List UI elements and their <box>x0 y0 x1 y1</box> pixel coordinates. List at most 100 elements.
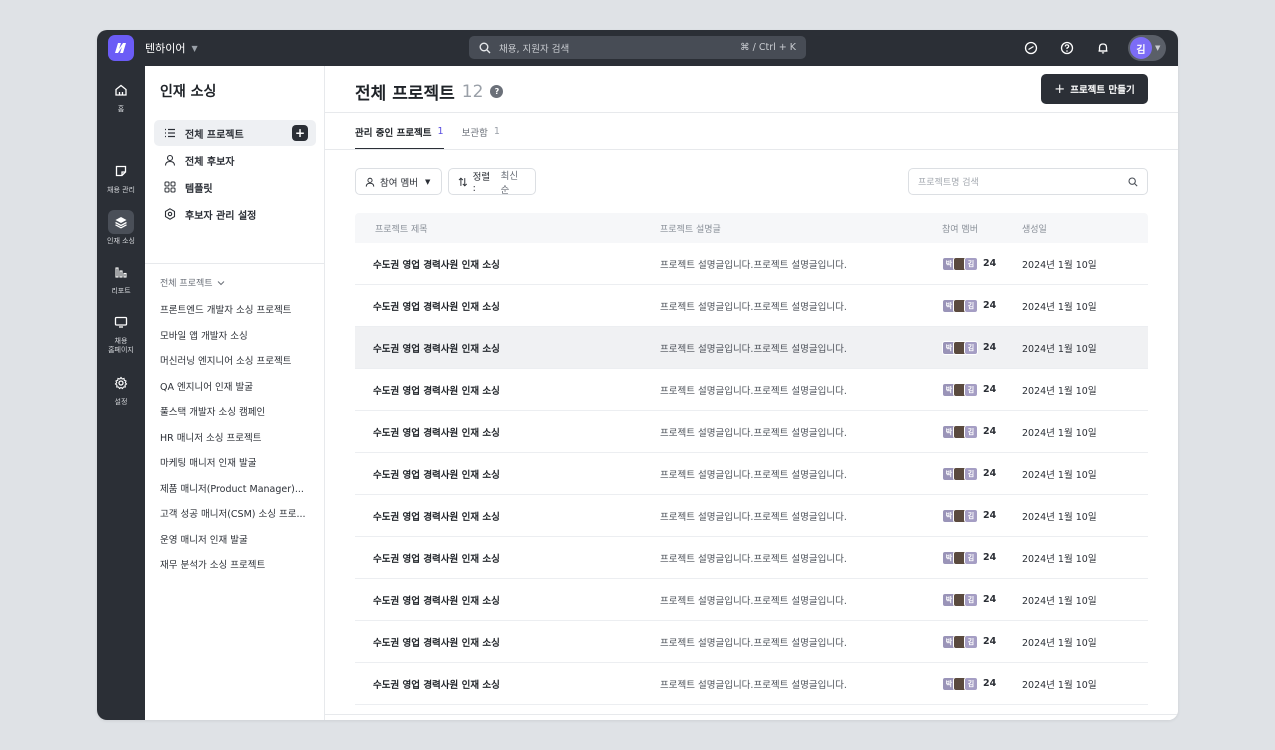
column-header: 생성일 <box>1022 224 1047 235</box>
list-item[interactable]: 프론트엔드 개발자 소싱 프로젝트 <box>160 298 318 324</box>
tab-managing[interactable]: 관리 중인 프로젝트 1 <box>355 113 444 150</box>
list-item[interactable]: 고객 성공 매니저(CSM) 소싱 프로... <box>160 502 318 528</box>
grid-icon <box>163 180 177 194</box>
table-row[interactable]: 수도권 영업 경력사원 인재 소싱 프로젝트 설명글입니다.프로젝트 설명글입니다… <box>355 411 1148 453</box>
sidebar-item-all-projects[interactable]: 전체 프로젝트 + <box>154 120 316 146</box>
list-item[interactable]: 운영 매니저 인재 발굴 <box>160 528 318 554</box>
user-menu[interactable]: 김 ▼ <box>1128 35 1166 61</box>
app-logo[interactable] <box>108 35 134 61</box>
table-row[interactable]: 수도권 영업 경력사원 인재 소싱 프로젝트 설명글입니다.프로젝트 설명글입니다… <box>355 369 1148 411</box>
list-item[interactable]: 풀스택 개발자 소싱 캠페인 <box>160 400 318 426</box>
first-page-button[interactable]: « <box>535 715 555 720</box>
project-description: 프로젝트 설명글입니다.프로젝트 설명글입니다. <box>660 637 847 649</box>
help-icon[interactable]: ? <box>490 85 504 98</box>
member-avatars: 박 김 24 <box>922 340 1012 355</box>
rail-item-settings[interactable]: 설정 <box>97 371 145 407</box>
page-4-button[interactable]: 4 <box>698 715 718 720</box>
projects-header[interactable]: 전체 프로젝트 <box>160 276 225 289</box>
avatar: 김 <box>964 382 978 397</box>
tab-archive[interactable]: 보관함 1 <box>462 113 500 150</box>
sidebar-item-label: 전체 후보자 <box>185 156 235 168</box>
table-row[interactable]: 수도권 영업 경력사원 인재 소싱 프로젝트 설명글입니다.프로젝트 설명글입니다… <box>355 327 1148 369</box>
page-2-button[interactable]: 2 <box>641 715 661 720</box>
page-1-button[interactable]: 1 <box>612 715 632 720</box>
page-3-button[interactable]: 3 <box>669 715 689 720</box>
page-9-button[interactable]: 9 <box>840 715 860 720</box>
rail-item-career-page[interactable]: 채용 홈페이지 <box>97 310 145 355</box>
top-bar: 텐하이어 ▼ 채용, 지원자 검색 ⌘ / Ctrl + K 김 ▼ <box>97 30 1178 66</box>
sort-dropdown[interactable]: 정렬 : 최신순 <box>448 168 536 196</box>
member-count: 24 <box>983 636 997 647</box>
project-description: 프로젝트 설명글입니다.프로젝트 설명글입니다. <box>660 595 847 607</box>
created-date: 2024년 1월 10일 <box>1022 511 1097 523</box>
list-item[interactable]: 머신러닝 엔지니어 소싱 프로젝트 <box>160 349 318 375</box>
list-item[interactable]: 모바일 앱 개발자 소싱 <box>160 324 318 350</box>
top-actions: 김 ▼ <box>1020 35 1166 61</box>
rail-item-recruiting[interactable]: 채용 관리 <box>97 159 145 195</box>
column-header: 참여 멤버 <box>942 224 978 235</box>
project-title: 수도권 영업 경력사원 인재 소싱 <box>373 469 500 481</box>
caret-down-icon: ▼ <box>424 177 431 186</box>
sidebar-item-candidate-settings[interactable]: 후보자 관리 설정 <box>154 201 316 227</box>
table-row[interactable]: 수도권 영업 경력사원 인재 소싱 프로젝트 설명글입니다.프로젝트 설명글입니다… <box>355 579 1148 621</box>
sidebar-item-templates[interactable]: 템플릿 <box>154 174 316 200</box>
chevron-down-icon: ▼ <box>191 43 198 53</box>
table-row[interactable]: 수도권 영업 경력사원 인재 소싱 프로젝트 설명글입니다.프로젝트 설명글입니다… <box>355 663 1148 705</box>
tab-count: 1 <box>437 126 444 137</box>
page-5-button[interactable]: 5 <box>726 715 746 720</box>
list-item[interactable]: 마케팅 매니저 인재 발굴 <box>160 451 318 477</box>
bell-icon[interactable] <box>1092 37 1114 59</box>
bar-chart-icon <box>108 260 134 284</box>
table-row[interactable]: 수도권 영업 경력사원 인재 소싱 프로젝트 설명글입니다.프로젝트 설명글입니다… <box>355 537 1148 579</box>
member-filter-dropdown[interactable]: 참여 멤버 ▼ <box>355 168 442 195</box>
create-project-button[interactable]: + 프로젝트 만들기 <box>1041 74 1148 104</box>
page-8-button[interactable]: 8 <box>812 715 832 720</box>
rail-item-sourcing[interactable]: 인재 소싱 <box>97 210 145 246</box>
project-list: 프론트엔드 개발자 소싱 프로젝트 모바일 앱 개발자 소싱 머신러닝 엔지니어… <box>160 298 318 579</box>
org-switcher[interactable]: 텐하이어 ▼ <box>145 40 198 56</box>
project-title: 수도권 영업 경력사원 인재 소싱 <box>373 343 500 355</box>
list-item[interactable]: HR 매니저 소싱 프로젝트 <box>160 426 318 452</box>
created-date: 2024년 1월 10일 <box>1022 385 1097 397</box>
project-description: 프로젝트 설명글입니다.프로젝트 설명글입니다. <box>660 511 847 523</box>
avatar: 김 <box>964 550 978 565</box>
page-7-button[interactable]: 7 <box>783 715 803 720</box>
settings-hex-icon <box>163 207 177 221</box>
last-page-button[interactable]: » <box>944 715 964 720</box>
project-search-input[interactable]: 프로젝트명 검색 <box>908 168 1148 195</box>
page-10-button[interactable]: 10 <box>869 715 889 720</box>
page-6-button[interactable]: 6 <box>755 715 775 720</box>
prev-page-button[interactable]: ‹ <box>565 715 585 720</box>
avatar: 김 <box>964 466 978 481</box>
global-search[interactable]: 채용, 지원자 검색 ⌘ / Ctrl + K <box>469 36 806 59</box>
rail-item-report[interactable]: 리포트 <box>97 260 145 296</box>
help-icon[interactable] <box>1056 37 1078 59</box>
rail-label: 채용 관리 <box>107 186 135 194</box>
sticky-note-icon <box>108 159 134 183</box>
list-item[interactable]: 재무 분석가 소싱 프로젝트 <box>160 553 318 579</box>
list-item[interactable]: QA 엔지니어 인재 발굴 <box>160 375 318 401</box>
member-avatars: 박 김 24 <box>922 550 1012 565</box>
member-avatars: 박 김 24 <box>922 634 1012 649</box>
table-row[interactable]: 수도권 영업 경력사원 인재 소싱 프로젝트 설명글입니다.프로젝트 설명글입니다… <box>355 453 1148 495</box>
project-description: 프로젝트 설명글입니다.프로젝트 설명글입니다. <box>660 343 847 355</box>
tab-count: 1 <box>493 126 500 137</box>
table-row[interactable]: 수도권 영업 경력사원 인재 소싱 프로젝트 설명글입니다.프로젝트 설명글입니다… <box>355 621 1148 663</box>
list-item[interactable]: 제품 매니저(Product Manager)... <box>160 477 318 503</box>
member-count: 24 <box>983 678 997 689</box>
project-tabs: 관리 중인 프로젝트 1 보관함 1 <box>355 113 518 150</box>
tab-label: 보관함 <box>461 127 488 139</box>
avatar: 김 <box>964 508 978 523</box>
chat-icon[interactable] <box>1020 37 1042 59</box>
table-row[interactable]: 수도권 영업 경력사원 인재 소싱 프로젝트 설명글입니다.프로젝트 설명글입니다… <box>355 285 1148 327</box>
rail-label: 홈 <box>117 105 125 113</box>
project-title: 수도권 영업 경력사원 인재 소싱 <box>373 595 500 607</box>
next-page-button[interactable]: › <box>912 715 932 720</box>
plus-icon: + <box>1054 81 1066 97</box>
table-row[interactable]: 수도권 영업 경력사원 인재 소싱 프로젝트 설명글입니다.프로젝트 설명글입니다… <box>355 243 1148 285</box>
table-row[interactable]: 수도권 영업 경력사원 인재 소싱 프로젝트 설명글입니다.프로젝트 설명글입니다… <box>355 495 1148 537</box>
rail-item-home[interactable]: 홈 <box>97 78 145 114</box>
add-project-button[interactable]: + <box>292 125 308 141</box>
sidebar-item-all-candidates[interactable]: 전체 후보자 <box>154 147 316 173</box>
project-description: 프로젝트 설명글입니다.프로젝트 설명글입니다. <box>660 259 847 271</box>
